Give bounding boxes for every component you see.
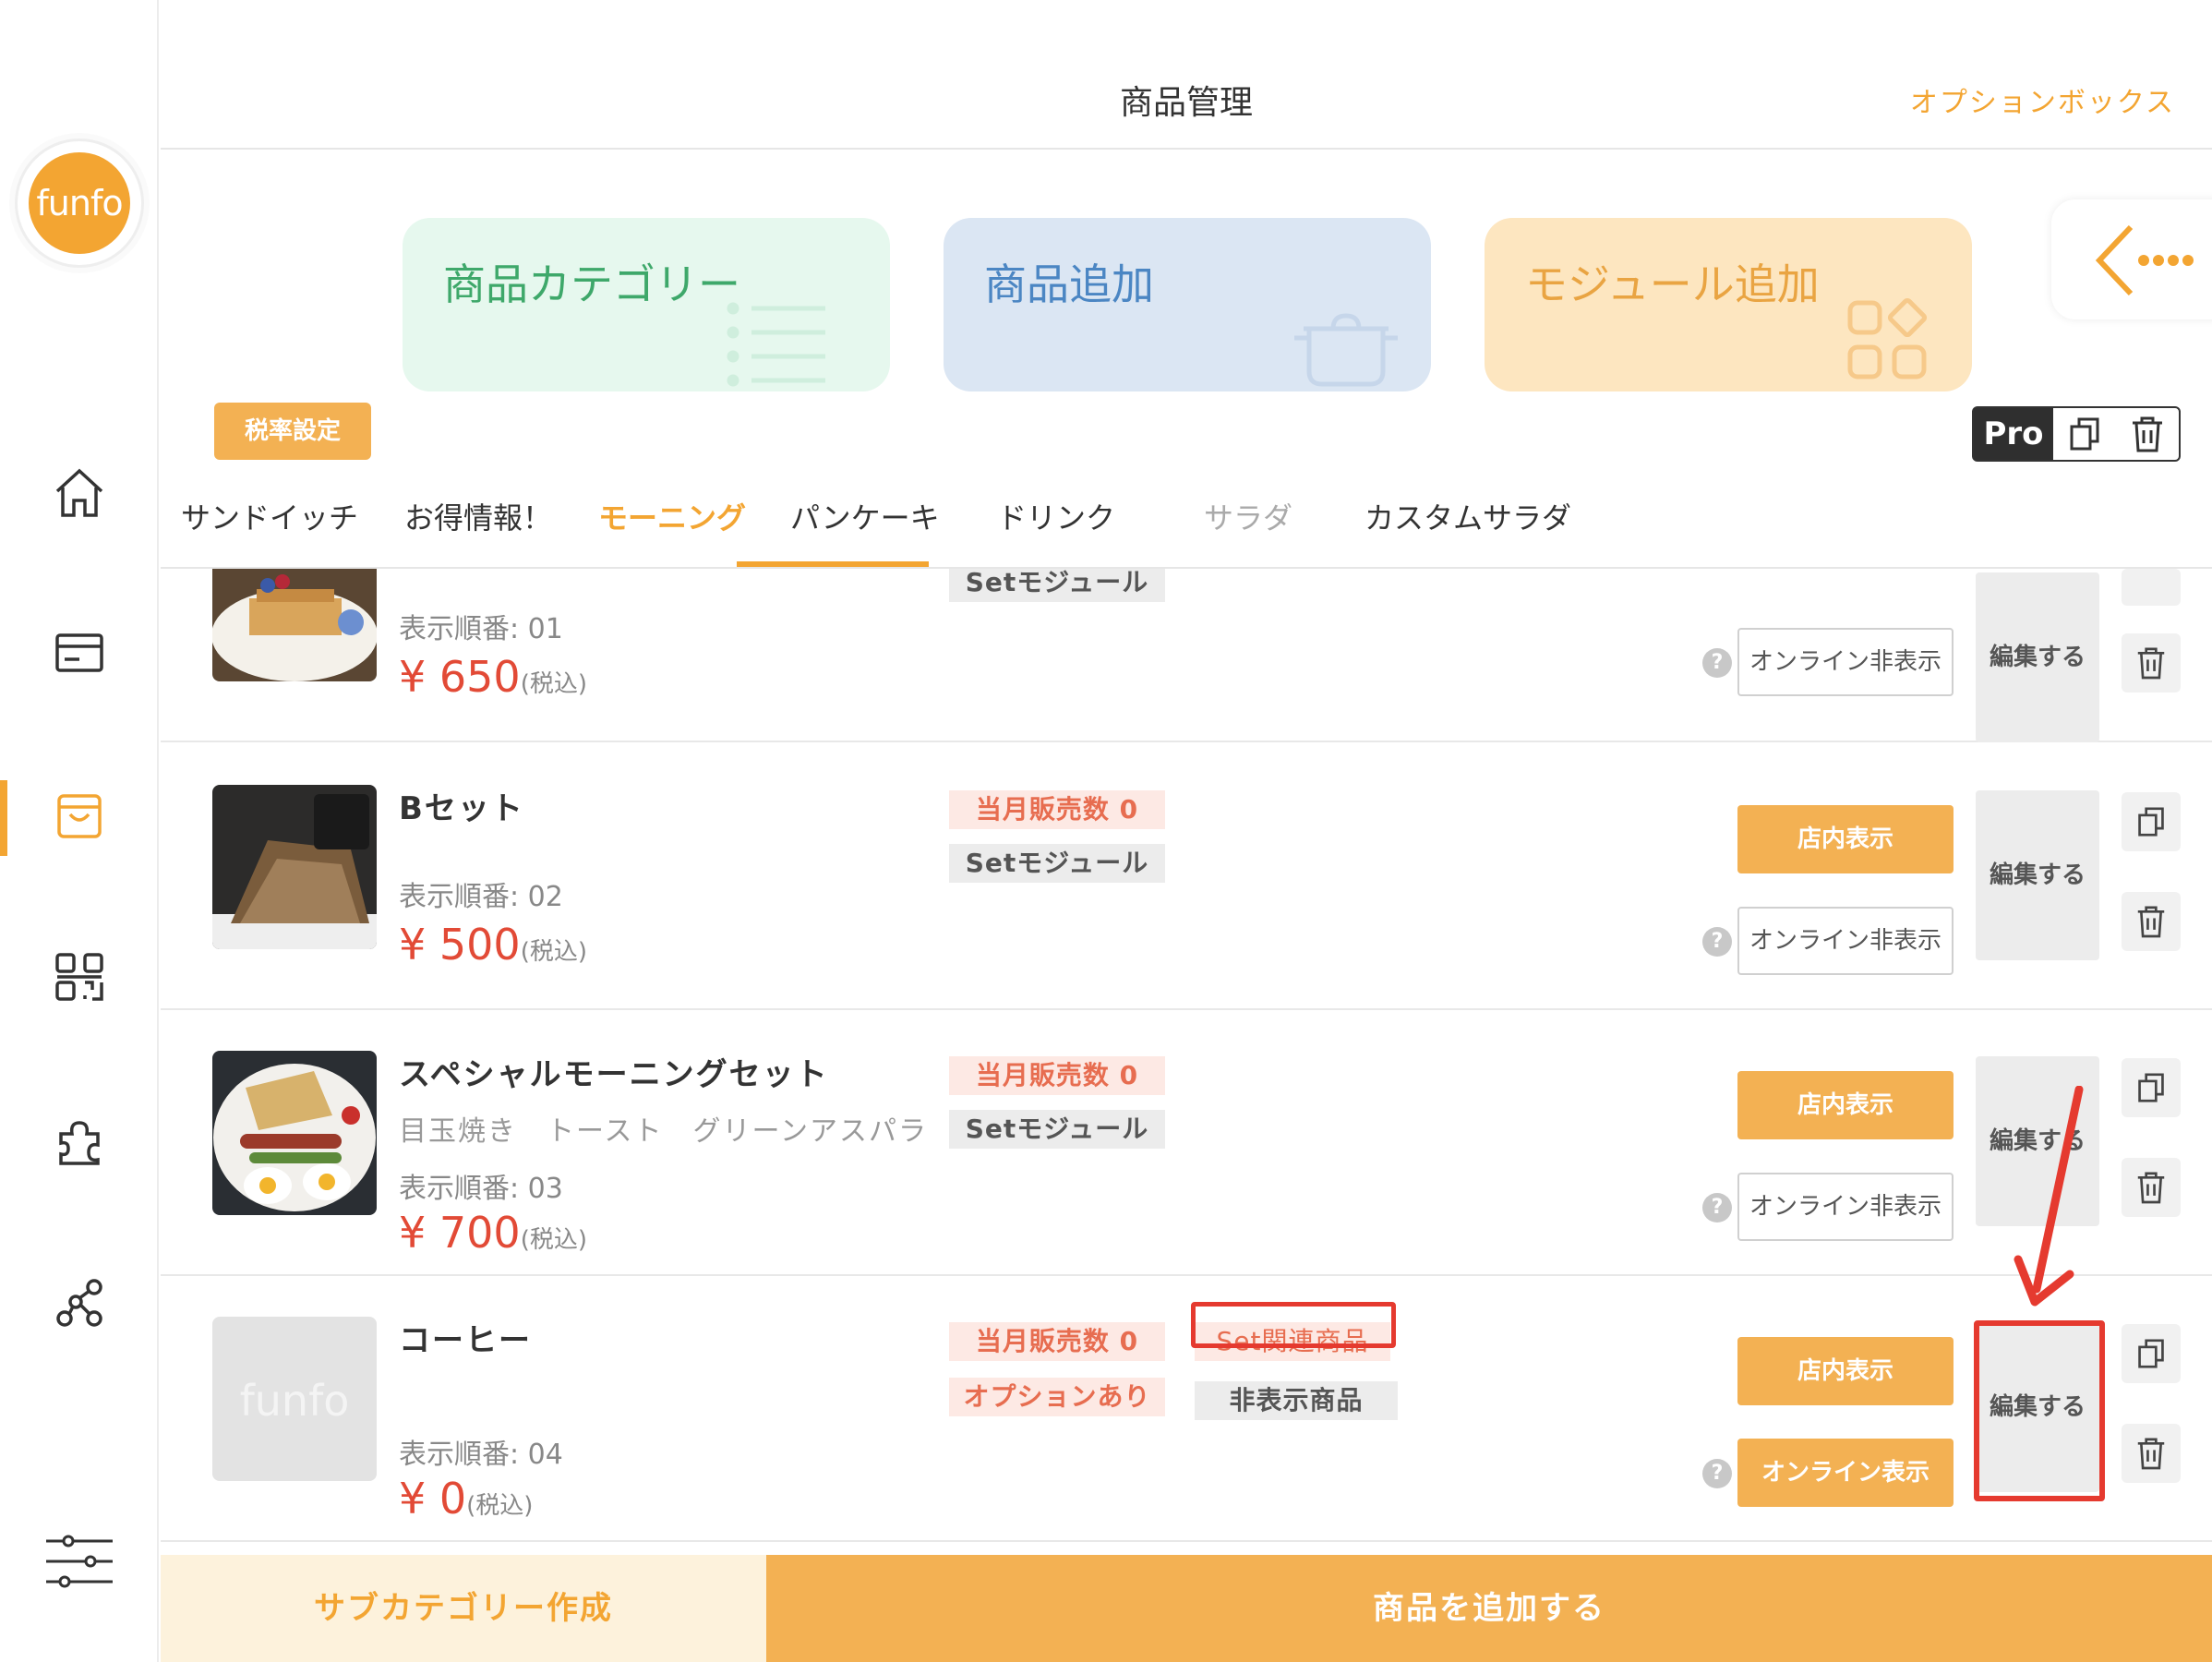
store-display-button[interactable]: 店内表示: [1737, 1071, 1954, 1139]
network-icon[interactable]: [42, 1267, 116, 1341]
sliders-icon[interactable]: [42, 1525, 116, 1599]
copy-icon[interactable]: [2053, 408, 2116, 460]
product-row[interactable]: funfo コーヒー 表示順番: 04 ¥ 0(税込) 当月販売数 0 オプショ…: [161, 1276, 2212, 1542]
placeholder-logo: funfo: [239, 1376, 350, 1426]
help-icon[interactable]: ?: [1702, 1193, 1732, 1222]
set-related-highlight: [1191, 1302, 1396, 1348]
trash-icon[interactable]: [2122, 1158, 2181, 1217]
pro-toolbar: Pro: [1972, 406, 2181, 462]
product-price: ¥ 650(税込): [399, 652, 587, 702]
set-module-tag: Setモジュール: [949, 844, 1165, 883]
pot-icon: [1294, 313, 1398, 387]
product-category-card[interactable]: 商品カテゴリー: [403, 218, 890, 391]
product-row[interactable]: 表示順番: 01 ¥ 650(税込) Setモジュール ? オンライン非表示 編…: [161, 569, 2212, 742]
tab-morning[interactable]: モーニング: [598, 495, 746, 537]
category-tabs: サンドイッチ お得情報！ モーニング パンケーキ ドリンク サラダ カスタムサラ…: [161, 476, 2212, 569]
hidden-product-tag: 非表示商品: [1195, 1381, 1398, 1420]
header: 商品管理 オプションボックス: [161, 0, 2212, 150]
online-hide-button[interactable]: オンライン非表示: [1737, 1173, 1954, 1241]
edit-button-highlight: [1974, 1320, 2105, 1501]
product-image: [212, 569, 377, 681]
online-show-button[interactable]: オンライン表示: [1737, 1439, 1954, 1507]
product-image: [212, 785, 377, 949]
product-name: コーヒー: [399, 1322, 532, 1359]
product-name: Bセット: [399, 790, 524, 827]
help-icon[interactable]: ?: [1702, 1459, 1732, 1488]
edit-button[interactable]: 編集する: [1976, 572, 2099, 742]
add-product-label: 商品追加: [984, 259, 1154, 309]
help-icon[interactable]: ?: [1702, 648, 1732, 678]
display-order: 表示順番: 03: [399, 1173, 563, 1205]
product-name: スペシャルモーニングセット: [399, 1056, 829, 1093]
help-icon[interactable]: ?: [1702, 927, 1732, 957]
product-list: 表示順番: 01 ¥ 650(税込) Setモジュール ? オンライン非表示 編…: [161, 569, 2212, 1553]
home-icon[interactable]: [42, 456, 116, 530]
tab-salad[interactable]: サラダ: [1204, 495, 1292, 537]
edit-button[interactable]: 編集する: [1976, 790, 2099, 960]
trash-icon[interactable]: [2122, 633, 2181, 692]
trash-icon[interactable]: [2122, 1424, 2181, 1483]
back-card[interactable]: [2051, 199, 2212, 319]
tab-pancake[interactable]: パンケーキ: [790, 495, 940, 537]
trash-icon[interactable]: [2116, 408, 2179, 460]
card-icon[interactable]: [42, 615, 116, 689]
funfo-logo: funfo: [15, 138, 144, 268]
page-title: 商品管理: [1119, 84, 1253, 122]
store-display-button[interactable]: 店内表示: [1737, 805, 1954, 873]
online-hide-button[interactable]: オンライン非表示: [1737, 628, 1954, 696]
tab-deals[interactable]: お得情報！: [404, 495, 552, 537]
pro-badge[interactable]: Pro: [1974, 408, 2053, 460]
tab-drink[interactable]: ドリンク: [997, 495, 1115, 537]
product-price: ¥ 0(税込): [399, 1474, 534, 1524]
display-order: 表示順番: 01: [399, 613, 563, 645]
trash-icon[interactable]: [2122, 892, 2181, 951]
monthly-sales-tag: 当月販売数 0: [949, 1056, 1165, 1095]
set-module-tag: Setモジュール: [949, 1110, 1165, 1149]
active-nav-indicator: [0, 780, 7, 856]
product-row[interactable]: Bセット 表示順番: 02 ¥ 500(税込) 当月販売数 0 Setモジュール…: [161, 744, 2212, 1010]
shopping-bag-icon[interactable]: [42, 779, 116, 853]
logo-text: funfo: [29, 152, 130, 254]
option-box-link[interactable]: オプションボックス: [1910, 79, 2175, 120]
annotation-arrow-icon: [2014, 1086, 2084, 1307]
add-module-card[interactable]: モジュール追加: [1485, 218, 1972, 391]
add-product-card[interactable]: 商品追加: [944, 218, 1431, 391]
sidebar: funfo: [0, 0, 159, 1662]
product-row[interactable]: スペシャルモーニングセット 目玉焼き トースト グリーンアスパラ 表示順番: 0…: [161, 1010, 2212, 1276]
display-order: 表示順番: 02: [399, 881, 563, 913]
product-price: ¥ 700(税込): [399, 1208, 587, 1258]
copy-icon[interactable]: [2122, 1058, 2181, 1117]
product-description: 目玉焼き トースト グリーンアスパラ: [399, 1115, 928, 1148]
copy-icon[interactable]: [2122, 1324, 2181, 1383]
monthly-sales-tag: 当月販売数 0: [949, 790, 1165, 829]
display-order: 表示順番: 04: [399, 1439, 563, 1471]
list-icon: [727, 302, 825, 387]
copy-icon[interactable]: [2122, 792, 2181, 851]
arrow-left-icon: [2095, 224, 2194, 296]
modules-icon: [1847, 297, 1928, 379]
has-option-tag: オプションあり: [949, 1378, 1165, 1416]
product-category-label: 商品カテゴリー: [443, 259, 740, 309]
create-subcategory-button[interactable]: サブカテゴリー作成: [161, 1555, 766, 1662]
add-product-button[interactable]: 商品を追加する: [766, 1555, 2212, 1662]
add-module-label: モジュール追加: [1525, 259, 1820, 309]
active-tab-underline: [737, 561, 929, 567]
store-display-button[interactable]: 店内表示: [1737, 1337, 1954, 1405]
product-price: ¥ 500(税込): [399, 920, 587, 970]
product-image: [212, 1051, 377, 1215]
copy-icon[interactable]: [2122, 569, 2181, 606]
qr-code-icon[interactable]: [42, 940, 116, 1014]
set-module-tag: Setモジュール: [949, 569, 1165, 602]
tab-sandwich[interactable]: サンドイッチ: [181, 495, 358, 537]
puzzle-icon[interactable]: [42, 1104, 116, 1178]
product-image-placeholder: funfo: [212, 1317, 377, 1481]
tab-custom-salad[interactable]: カスタムサラダ: [1364, 495, 1571, 537]
monthly-sales-tag: 当月販売数 0: [949, 1322, 1165, 1361]
online-hide-button[interactable]: オンライン非表示: [1737, 907, 1954, 975]
tax-setting-button[interactable]: 税率設定: [214, 403, 371, 460]
